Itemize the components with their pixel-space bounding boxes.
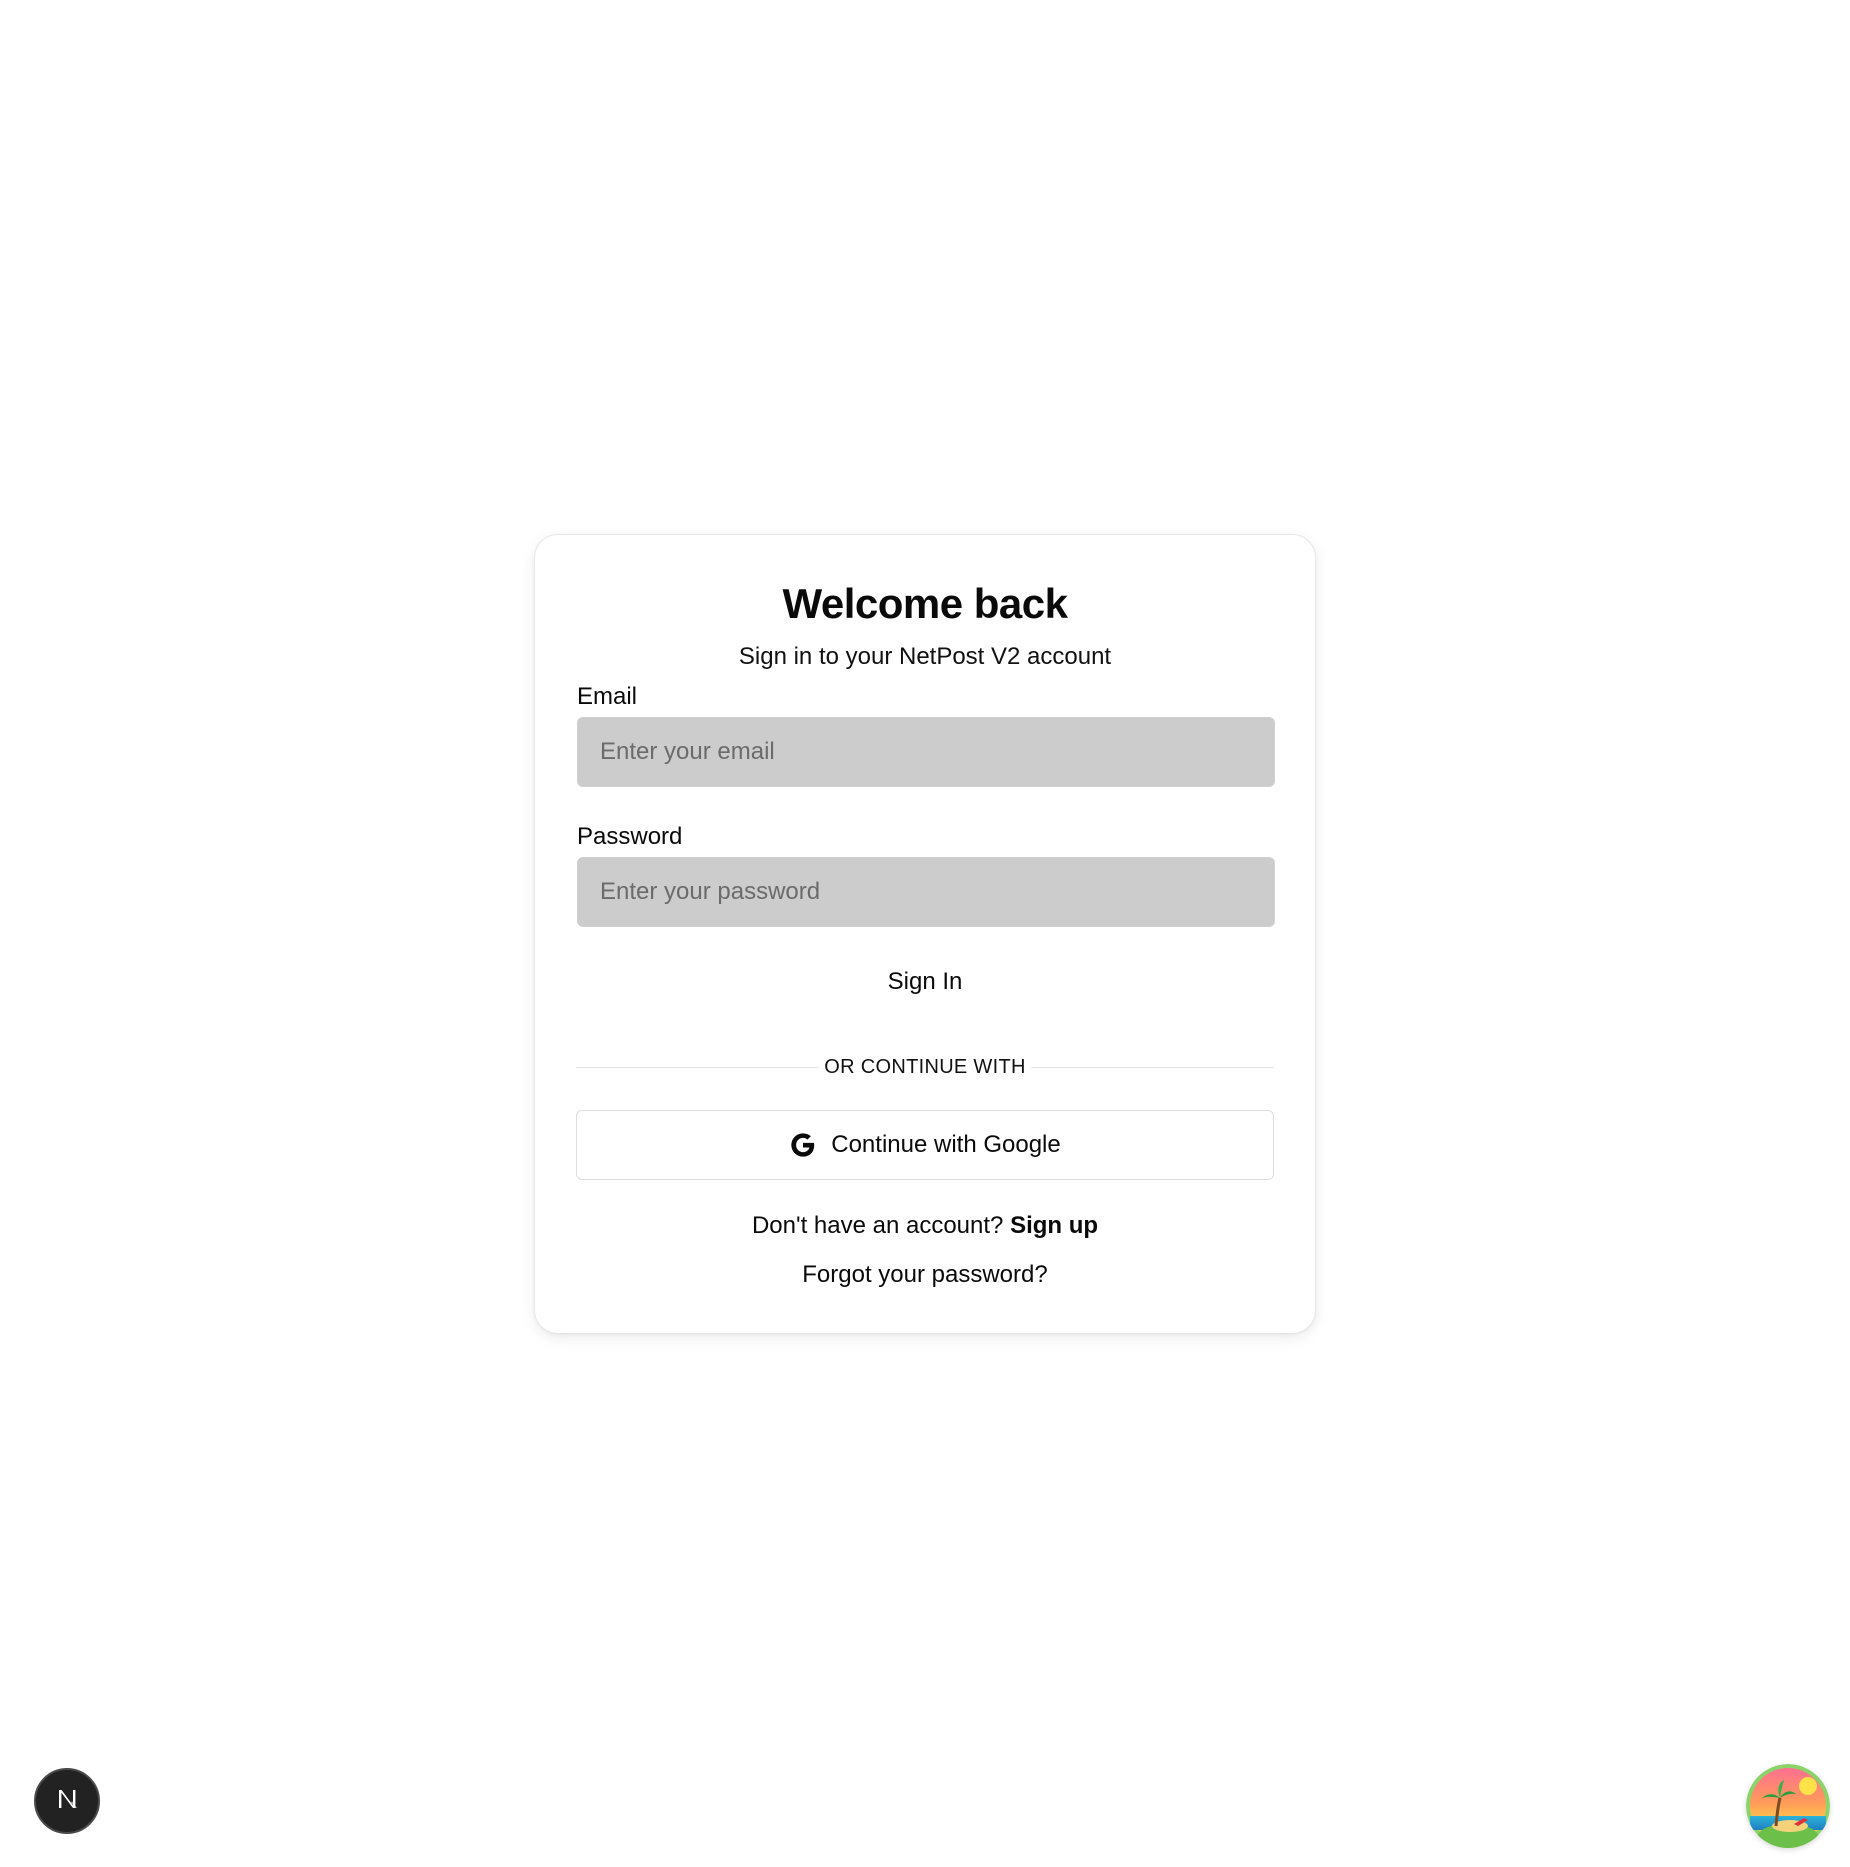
google-signin-button[interactable]: Continue with Google	[576, 1110, 1274, 1180]
email-label: Email	[577, 683, 638, 710]
password-label: Password	[577, 823, 683, 850]
next-n-icon	[52, 1784, 82, 1819]
next-dev-badge[interactable]	[34, 1768, 100, 1834]
password-input[interactable]	[577, 857, 1275, 927]
google-button-label: Continue with Google	[831, 1131, 1061, 1158]
login-page: Welcome back Sign in to your NetPost V2 …	[0, 0, 1850, 1867]
email-input[interactable]	[577, 717, 1275, 787]
page-subtitle: Sign in to your NetPost V2 account	[738, 643, 1112, 670]
login-card: Welcome back Sign in to your NetPost V2 …	[534, 534, 1316, 1334]
user-avatar[interactable]	[1746, 1764, 1830, 1848]
signup-link[interactable]: Sign up	[1010, 1212, 1098, 1239]
sign-in-button[interactable]: Sign In	[576, 946, 1274, 1018]
forgot-password-link[interactable]: Forgot your password?	[802, 1261, 1047, 1288]
page-title: Welcome back	[782, 580, 1068, 627]
beach-island-avatar	[1746, 1764, 1830, 1848]
google-g-icon	[789, 1131, 817, 1159]
